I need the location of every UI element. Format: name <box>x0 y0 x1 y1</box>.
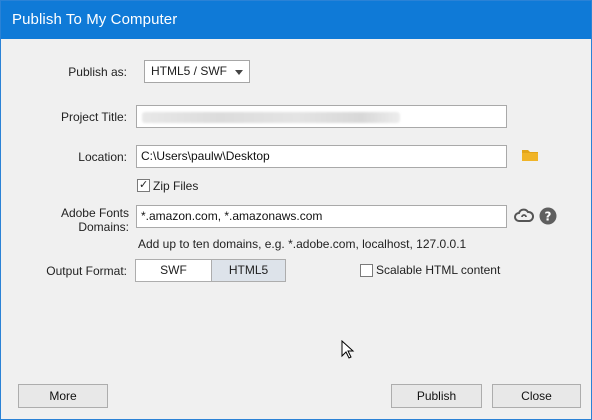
close-button[interactable]: Close <box>492 384 581 408</box>
publish-as-dropdown[interactable]: HTML5 / SWF <box>144 60 250 83</box>
output-format-html5[interactable]: HTML5 <box>211 259 286 282</box>
location-label: Location: <box>78 150 127 164</box>
chevron-down-icon <box>235 70 243 75</box>
help-icon[interactable]: ? <box>539 207 557 225</box>
fonts-domains-hint: Add up to ten domains, e.g. *.adobe.com,… <box>138 237 467 251</box>
project-title-input[interactable] <box>136 105 507 128</box>
publish-button[interactable]: Publish <box>391 384 482 408</box>
scalable-html-label: Scalable HTML content <box>376 263 501 277</box>
publish-as-value: HTML5 / SWF <box>151 64 228 78</box>
svg-text:?: ? <box>545 210 552 224</box>
fonts-domains-label: Adobe Fonts Domains: <box>60 206 129 234</box>
publish-dialog: Publish To My Computer Publish as: HTML5… <box>0 0 592 420</box>
mouse-cursor-icon <box>341 340 355 359</box>
fonts-domains-input[interactable]: *.amazon.com, *.amazonaws.com <box>136 205 507 228</box>
zip-files-checkbox[interactable]: ✓ <box>137 179 150 192</box>
output-format-swf[interactable]: SWF <box>135 259 212 282</box>
location-input[interactable]: C:\Users\paulw\Desktop <box>136 145 507 168</box>
location-value: C:\Users\paulw\Desktop <box>141 149 270 163</box>
creative-cloud-icon[interactable] <box>514 207 534 225</box>
scalable-html-checkbox[interactable] <box>360 264 373 277</box>
project-title-label: Project Title: <box>60 110 127 124</box>
output-format-label: Output Format: <box>46 264 127 278</box>
checkmark-icon: ✓ <box>139 179 149 191</box>
publish-as-label: Publish as: <box>68 65 127 79</box>
fonts-domains-value: *.amazon.com, *.amazonaws.com <box>141 209 323 223</box>
more-button[interactable]: More <box>18 384 108 408</box>
zip-files-label: Zip Files <box>153 179 199 193</box>
title-bar: Publish To My Computer <box>1 1 591 39</box>
dialog-title: Publish To My Computer <box>12 11 178 28</box>
folder-icon[interactable] <box>521 148 539 162</box>
redacted-title <box>142 112 400 123</box>
